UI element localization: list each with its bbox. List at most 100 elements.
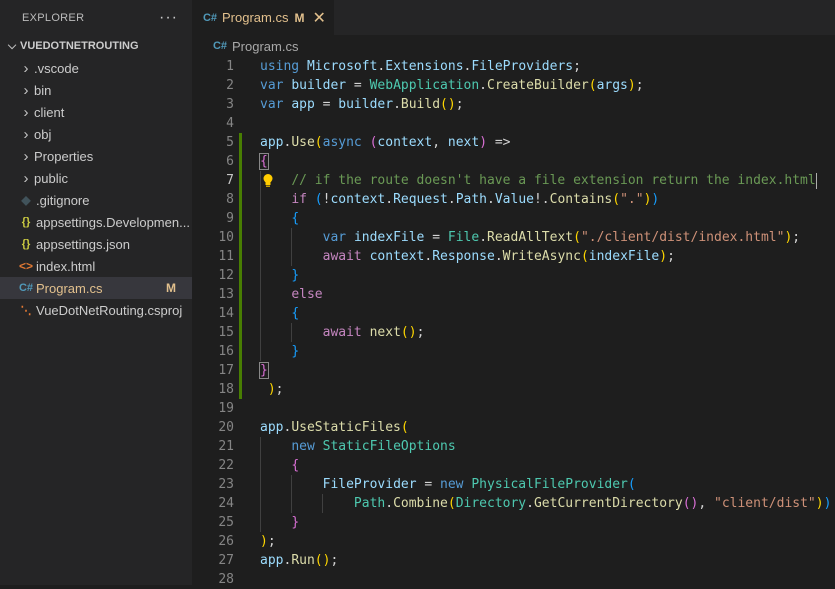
tree-file[interactable]: <> index.html: [0, 255, 192, 277]
editor-group: C# Program.cs M ✕ C# Program.cs 1 using M…: [192, 0, 835, 587]
code-text: var builder = WebApplication.CreateBuild…: [260, 78, 644, 93]
breadcrumb: C# Program.cs: [192, 35, 835, 57]
line-number: 22: [218, 458, 234, 473]
code-line: 17}: [192, 361, 835, 380]
line-number: 13: [218, 287, 234, 302]
tree-folder[interactable]: › Properties: [0, 145, 192, 167]
code-line: 21 new StaticFileOptions: [192, 437, 835, 456]
tree-item-label: Properties: [34, 148, 94, 164]
code-line: 28: [192, 570, 835, 589]
workspace-root-folder[interactable]: ⌵ VUEDOTNETROUTING: [0, 35, 192, 57]
indent-guide: [260, 171, 261, 361]
chevron-right-icon: ›: [23, 59, 29, 77]
code-text: app.Run();: [260, 553, 339, 568]
chevron-right-icon: ›: [23, 103, 29, 121]
code-text: );: [267, 382, 284, 397]
code-line: 12 }: [192, 266, 835, 285]
code-text: var indexFile = File.ReadAllText("./clie…: [322, 230, 801, 245]
code-text: FileProvider = new PhysicalFileProvider(: [322, 477, 636, 492]
line-number: 17: [218, 363, 234, 378]
chevron-right-icon: ›: [23, 125, 29, 143]
tree-folder[interactable]: › client: [0, 101, 192, 123]
code-line: 15 await next();: [192, 323, 835, 342]
code-line: 5 app.Use(async (context, next) =>: [192, 133, 835, 152]
close-icon[interactable]: ✕: [312, 8, 325, 28]
code-line: 11 await context.Response.WriteAsync(ind…: [192, 247, 835, 266]
tree-item-label: obj: [34, 126, 52, 142]
line-number: 6: [226, 154, 234, 169]
line-number: 7: [226, 173, 234, 188]
tree-file[interactable]: ◆ .gitignore: [0, 189, 192, 211]
more-actions-icon[interactable]: ···: [159, 9, 178, 27]
code-text: new StaticFileOptions: [291, 439, 456, 454]
vscode-window: EXPLORER ··· ⌵ VUEDOTNETROUTING › .vscode…: [0, 0, 835, 587]
code-text: );: [260, 534, 276, 549]
tree-item-label: bin: [34, 82, 52, 98]
line-number: 16: [218, 344, 234, 359]
code-line: 23 FileProvider = new PhysicalFileProvid…: [192, 475, 835, 494]
code-editor[interactable]: 1 using Microsoft.Extensions.FileProvider…: [192, 57, 835, 587]
code-line: 26);: [192, 532, 835, 551]
code-line: 1 using Microsoft.Extensions.FileProvider…: [192, 57, 835, 76]
tree-file[interactable]: {} appsettings.json: [0, 233, 192, 255]
code-line: 8 if (!context.Request.Path.Value!.Conta…: [192, 190, 835, 209]
code-text: }: [291, 268, 300, 283]
code-line: 27 app.Run();: [192, 551, 835, 570]
code-line: 14 {: [192, 304, 835, 323]
breadcrumb-file[interactable]: Program.cs: [232, 39, 298, 54]
tree-item-label: appsettings.Developmen...: [36, 214, 190, 230]
text-cursor: [815, 172, 817, 189]
code-text: app.UseStaticFiles(: [260, 420, 409, 435]
modified-indicator: M: [294, 10, 305, 25]
git-icon: ◆: [21, 193, 31, 207]
line-number: 12: [218, 268, 234, 283]
line-number: 26: [218, 534, 234, 549]
code-text: }: [259, 362, 269, 379]
tree-file[interactable]: {} appsettings.Developmen...: [0, 211, 192, 233]
chevron-right-icon: ›: [23, 169, 29, 187]
indent-guide: [291, 323, 292, 342]
code-text: {: [291, 211, 300, 226]
code-text: Path.Combine(Directory.GetCurrentDirecto…: [353, 496, 832, 511]
line-number: 19: [218, 401, 234, 416]
tree-item-label: .gitignore: [36, 192, 90, 208]
tree-folder[interactable]: › .vscode: [0, 57, 192, 79]
chevron-right-icon: ›: [23, 81, 29, 99]
tree-folder[interactable]: › bin: [0, 79, 192, 101]
tree-folder[interactable]: › obj: [0, 123, 192, 145]
lightbulb-icon[interactable]: [262, 173, 274, 189]
tab-program-cs[interactable]: C# Program.cs M ✕: [192, 0, 334, 35]
code-text: if (!context.Request.Path.Value!.Contain…: [291, 192, 660, 207]
explorer-sidebar: EXPLORER ··· ⌵ VUEDOTNETROUTING › .vscode…: [0, 0, 192, 585]
code-line: 9 {: [192, 209, 835, 228]
line-number: 3: [226, 97, 234, 112]
line-number: 24: [218, 496, 234, 511]
code-text: await context.Response.WriteAsync(indexF…: [322, 249, 675, 264]
line-number: 11: [218, 249, 234, 264]
line-number: 25: [218, 515, 234, 530]
code-line: 4: [192, 114, 835, 133]
code-text: app.Use(async (context, next) =>: [260, 135, 511, 150]
tree-item-label: .vscode: [34, 60, 79, 76]
git-modified-badge: M: [166, 281, 176, 295]
rss-icon: ⋱: [20, 304, 32, 317]
code-text: var app = builder.Build();: [260, 97, 464, 112]
code-line: 24 Path.Combine(Directory.GetCurrentDire…: [192, 494, 835, 513]
tree-file[interactable]: ⋱ VueDotNetRouting.csproj: [0, 299, 192, 321]
code-line: 19: [192, 399, 835, 418]
tree-file[interactable]: C# Program.cs M: [0, 277, 192, 299]
code-line: 16 }: [192, 342, 835, 361]
code-line: 22 {: [192, 456, 835, 475]
tree-folder[interactable]: › public: [0, 167, 192, 189]
line-number: 9: [226, 211, 234, 226]
line-number: 14: [218, 306, 234, 321]
code-text: {: [291, 306, 300, 321]
tab-bar: C# Program.cs M ✕: [192, 0, 835, 35]
code-line: 2 var builder = WebApplication.CreateBuil…: [192, 76, 835, 95]
code-text: using Microsoft.Extensions.FileProviders…: [260, 59, 581, 74]
line-number: 5: [226, 135, 234, 150]
code-text: }: [291, 344, 300, 359]
json-icon: {}: [21, 238, 31, 250]
tab-label: Program.cs: [222, 10, 289, 25]
tree-item-label: public: [34, 170, 68, 186]
